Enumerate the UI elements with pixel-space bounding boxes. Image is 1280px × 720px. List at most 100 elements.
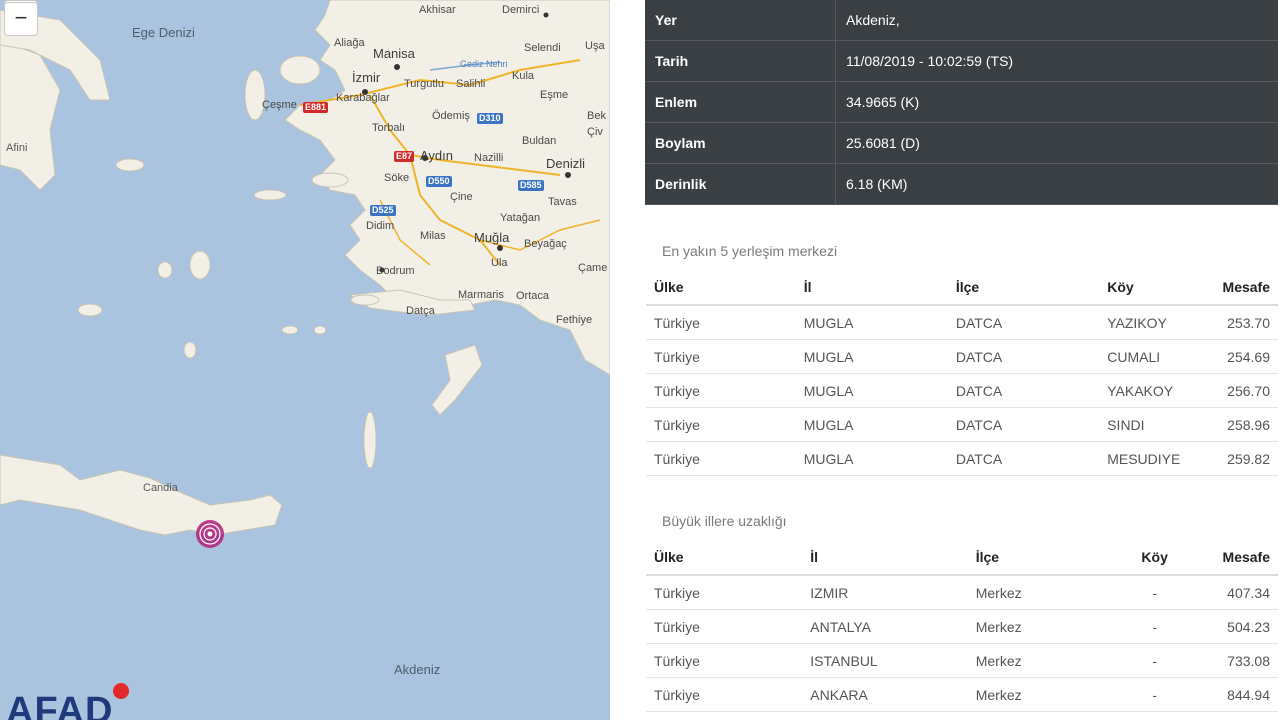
table-cell: MUGLA — [795, 305, 948, 340]
table-row: Türkiye MUGLA DATCA MESUDIYE 259.82 — [646, 441, 1278, 476]
table-row: Türkiye MUGLA DATCA YAKAKOY 256.70 — [646, 373, 1278, 408]
label-denizli: Denizli — [546, 156, 586, 171]
table-cell: 504.23 — [1196, 609, 1278, 644]
table-cell: 254.69 — [1201, 339, 1278, 374]
label-ula: Ula — [491, 257, 508, 269]
label-turgutlu: Turgutlu — [404, 78, 444, 90]
label-cesme: Çeşme — [262, 99, 297, 111]
label-bodrum: Bodrum — [376, 265, 415, 277]
island-andros — [115, 158, 145, 172]
table-cell: - — [1112, 575, 1197, 610]
column-header: Mesafe — [1201, 270, 1278, 306]
info-row: Derinlik 6.18 (KM) — [645, 163, 1278, 205]
table-cell: DATCA — [947, 373, 1100, 408]
table-cell: Türkiye — [646, 441, 796, 476]
column-header: Mesafe — [1196, 540, 1278, 576]
info-value: 11/08/2019 - 10:02:59 (TS) — [835, 40, 1278, 82]
island-samos — [311, 172, 349, 188]
column-header: Köy — [1112, 540, 1197, 576]
afad-logo: AFAD — [6, 690, 114, 720]
info-row: Yer Akdeniz, — [645, 0, 1278, 41]
label-civ: Çiv — [587, 126, 603, 138]
island-milos — [77, 303, 103, 317]
epicenter-marker[interactable] — [196, 520, 224, 548]
label-yatagan: Yatağan — [500, 212, 541, 224]
label-manisa: Manisa — [373, 46, 415, 61]
label-buldan: Buldan — [522, 135, 557, 147]
table-row: Türkiye MUGLA DATCA CUMALI 254.69 — [646, 339, 1278, 374]
table-cell: MUGLA — [795, 339, 948, 374]
table-cell: DATCA — [947, 407, 1100, 442]
label-akdeniz: Akdeniz — [394, 662, 441, 677]
label-karabaglar: Karabağlar — [336, 92, 390, 104]
zoom-out-button[interactable]: − — [4, 2, 38, 36]
table-cell: Türkiye — [646, 575, 803, 610]
table-cell: ANTALYA — [802, 609, 968, 644]
details-panel: Yer Akdeniz, Tarih 11/08/2019 - 10:02:59 (T… — [610, 0, 1280, 720]
table-cell: MESUDIYE — [1099, 441, 1202, 476]
table-cell: MUGLA — [795, 407, 948, 442]
nearest-title: En yakın 5 yerleşim merkezi — [662, 243, 838, 259]
label-gediz: Gediz Nehri — [460, 59, 508, 69]
table-cell: 844.94 — [1196, 677, 1278, 712]
map-view[interactable]: + − Ege Denizi Akdeniz Candia Afini Mani… — [0, 0, 610, 720]
label-tavas: Tavas — [548, 196, 577, 208]
info-row: Tarih 11/08/2019 - 10:02:59 (TS) — [645, 40, 1278, 82]
label-bek: Bek — [587, 110, 606, 122]
label-fethiye: Fethiye — [556, 314, 593, 326]
table-cell: 256.70 — [1201, 373, 1278, 408]
table-cell: DATCA — [947, 441, 1100, 476]
island-chios — [244, 69, 266, 121]
label-candia: Candia — [143, 482, 178, 494]
major-cities-table: Ülke İl İlçe Köy Mesafe Türkiye IZMIR Merkez -4… — [646, 540, 1278, 712]
table-cell: Türkiye — [646, 305, 796, 340]
table-row: Türkiye MUGLA DATCA SINDI 258.96 — [646, 407, 1278, 442]
table-cell: SINDI — [1099, 407, 1202, 442]
label-selendi: Selendi — [524, 42, 561, 54]
info-value: 25.6081 (D) — [835, 122, 1278, 164]
table-cell: 259.82 — [1201, 441, 1278, 476]
info-key: Boylam — [645, 122, 836, 164]
island-paros — [157, 261, 173, 279]
table-cell: Merkez — [967, 643, 1113, 678]
table-cell: ANKARA — [802, 677, 968, 712]
table-row: Türkiye MUGLA DATCA YAZIKOY 253.70 — [646, 305, 1278, 340]
label-aliaga: Aliağa — [334, 37, 365, 49]
road-shield-d550: D550 — [426, 176, 452, 187]
table-cell: Türkiye — [646, 609, 803, 644]
island-lesbos — [279, 55, 321, 85]
label-torbali: Torbalı — [372, 122, 406, 134]
label-akhisar: Akhisar — [419, 4, 456, 16]
island-rhodes — [431, 344, 483, 416]
table-cell: 253.70 — [1201, 305, 1278, 340]
column-header: İl — [802, 540, 968, 576]
label-demirci: Demirci — [502, 4, 540, 16]
column-header: Köy — [1099, 270, 1202, 306]
cities-title: Büyük illere uzaklığı — [662, 513, 787, 529]
table-cell: 407.34 — [1196, 575, 1278, 610]
table-cell: ISTANBUL — [802, 643, 968, 678]
label-beyagac: Beyağaç — [524, 238, 567, 250]
table-cell: 258.96 — [1201, 407, 1278, 442]
event-info-table: Yer Akdeniz, Tarih 11/08/2019 - 10:02:59 (T… — [645, 0, 1278, 205]
table-row: Türkiye ANTALYA Merkez -504.23 — [646, 609, 1278, 644]
flag-icon — [113, 683, 129, 699]
table-cell: DATCA — [947, 305, 1100, 340]
table-cell: - — [1112, 609, 1197, 644]
island-karpathos — [363, 411, 377, 469]
label-afini: Afini — [6, 142, 28, 154]
table-row: Türkiye IZMIR Merkez -407.34 — [646, 575, 1278, 610]
road-shield-e87: E87 — [394, 151, 415, 162]
table-cell: MUGLA — [795, 441, 948, 476]
table-row: Türkiye ANKARA Merkez -844.94 — [646, 677, 1278, 712]
label-milas: Milas — [420, 230, 446, 242]
island-ikaria — [253, 189, 287, 201]
table-cell: CUMALI — [1099, 339, 1202, 374]
island-kos — [350, 294, 380, 306]
label-usak: Uşa — [585, 40, 605, 52]
info-value: Akdeniz, — [835, 0, 1278, 41]
label-marmaris: Marmaris — [458, 289, 504, 301]
label-mugla: Muğla — [474, 230, 510, 245]
road-shield-d310: D310 — [477, 113, 503, 124]
land-attica — [0, 39, 61, 191]
